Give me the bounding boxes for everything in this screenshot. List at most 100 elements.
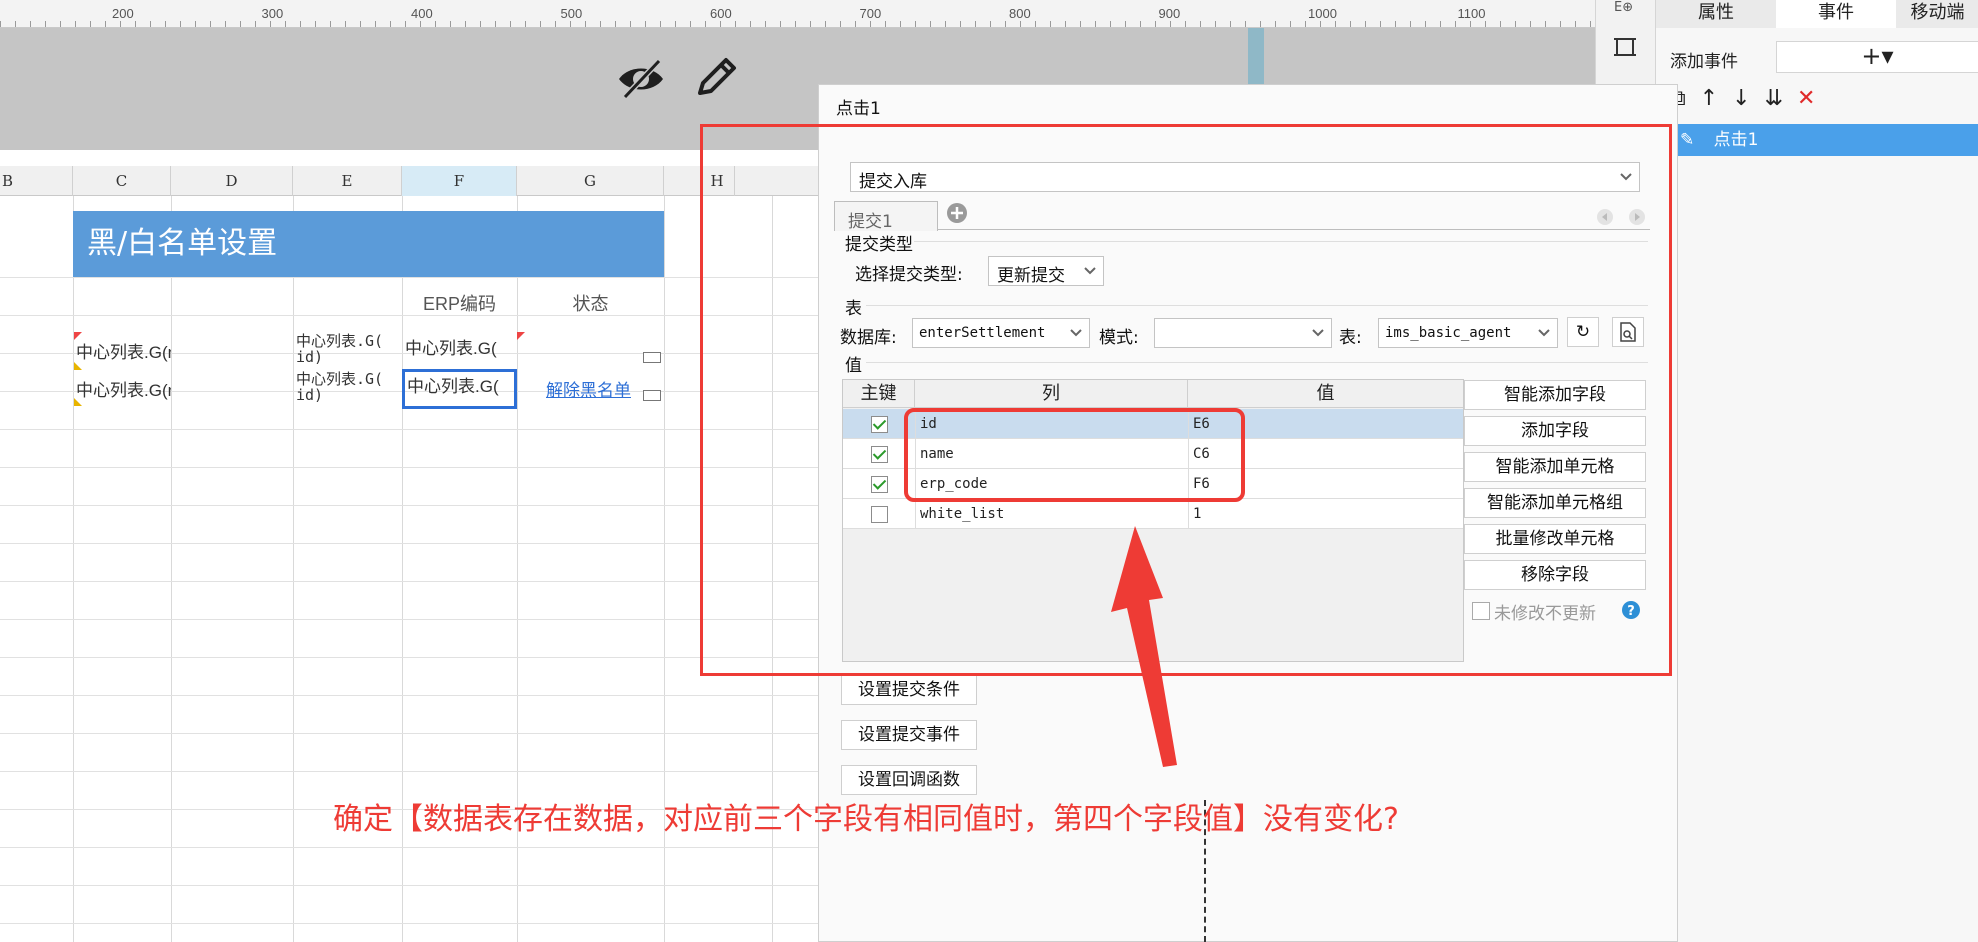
tab-properties[interactable]: 属性 bbox=[1656, 0, 1776, 28]
erp-code-header[interactable]: ERP编码 bbox=[402, 290, 517, 316]
ruler-tick bbox=[1365, 21, 1366, 27]
column-header-e[interactable]: E bbox=[293, 166, 402, 196]
plus-icon: +▾ bbox=[1861, 42, 1894, 70]
ruler-tick bbox=[1050, 21, 1051, 27]
ruler-tick bbox=[1560, 21, 1561, 27]
ruler-tick bbox=[1455, 21, 1456, 27]
ruler-tick bbox=[270, 21, 271, 27]
ruler-label: 800 bbox=[1009, 6, 1031, 21]
ruler-tick bbox=[195, 21, 196, 27]
ruler-tick bbox=[465, 21, 466, 27]
ruler-tick bbox=[180, 21, 181, 27]
ruler-tick bbox=[360, 21, 361, 27]
ruler-tick bbox=[870, 21, 871, 27]
edit-pencil-icon[interactable] bbox=[690, 51, 742, 103]
ruler-tick bbox=[1185, 21, 1186, 27]
ruler-tick bbox=[510, 21, 511, 27]
sheet-title-cell[interactable]: 黑/白名单设置 bbox=[73, 211, 664, 277]
event-item[interactable]: ✎ 点击1 bbox=[1672, 124, 1978, 156]
ruler-tick bbox=[675, 21, 676, 27]
ruler-tick bbox=[1590, 21, 1591, 27]
ruler-label: 400 bbox=[411, 6, 433, 21]
ruler-tick bbox=[780, 21, 781, 27]
annotation-arrow-icon bbox=[1111, 526, 1177, 767]
ruler-tick bbox=[1305, 21, 1306, 27]
ruler-label: 900 bbox=[1158, 6, 1181, 21]
erp-cell[interactable]: 中心列表.G( bbox=[405, 334, 513, 359]
set-callback-button[interactable]: 设置回调函数 bbox=[841, 765, 977, 795]
grid-line bbox=[73, 196, 74, 942]
toolbar-icon[interactable]: E⊕ bbox=[1614, 0, 1633, 15]
delete-icon[interactable]: ✕ bbox=[1797, 86, 1829, 111]
widget-handle-icon[interactable] bbox=[643, 390, 661, 401]
name-cell[interactable]: 中心列表.G(name) bbox=[76, 376, 171, 401]
ruler-tick bbox=[765, 21, 766, 27]
column-header-f[interactable]: F bbox=[402, 166, 517, 196]
ruler-tick bbox=[15, 21, 16, 27]
id-cell-line2: id) bbox=[296, 386, 324, 404]
ruler-tick bbox=[1380, 21, 1381, 27]
ruler-tick bbox=[1155, 21, 1156, 27]
hidden-eye-icon[interactable] bbox=[615, 53, 667, 105]
ruler-tick bbox=[300, 21, 301, 27]
ruler-tick bbox=[345, 21, 346, 27]
ruler-tick bbox=[900, 21, 901, 27]
ruler-tick bbox=[1020, 21, 1021, 27]
ruler-tick bbox=[1005, 21, 1006, 27]
ruler-tick bbox=[480, 21, 481, 27]
ruler-label: 1100 bbox=[1457, 6, 1486, 21]
ruler-tick bbox=[1245, 21, 1246, 27]
tab-mobile[interactable]: 移动端 bbox=[1896, 0, 1978, 28]
frame-icon[interactable] bbox=[1612, 34, 1638, 60]
ruler-tick bbox=[705, 21, 706, 27]
move-bottom-icon[interactable]: ⇊ bbox=[1765, 86, 1797, 111]
ruler-tick bbox=[810, 21, 811, 27]
ruler-tick bbox=[285, 21, 286, 27]
id-cell[interactable]: 中心列表.G(id) bbox=[296, 333, 402, 369]
ruler-tick bbox=[1260, 21, 1261, 27]
id-cell[interactable]: 中心列表.G(id) bbox=[296, 371, 402, 407]
column-header-b[interactable]: B bbox=[0, 166, 73, 196]
ruler-tick bbox=[1425, 21, 1426, 27]
ruler-tick bbox=[645, 21, 646, 27]
set-submit-condition-button[interactable]: 设置提交条件 bbox=[841, 675, 977, 705]
ruler-tick bbox=[990, 21, 991, 27]
ruler-tick bbox=[975, 21, 976, 27]
ruler-tick bbox=[225, 21, 226, 27]
erp-cell[interactable]: 中心列表.G( bbox=[407, 372, 513, 397]
name-cell[interactable]: 中心列表.G(name) bbox=[76, 338, 171, 363]
ruler-tick bbox=[1035, 21, 1036, 27]
add-event-button[interactable]: +▾ bbox=[1776, 41, 1978, 73]
cell-marker bbox=[74, 332, 82, 340]
ruler-tick bbox=[495, 21, 496, 27]
ruler-tick bbox=[825, 21, 826, 27]
move-down-icon[interactable]: ↓ bbox=[1732, 86, 1764, 111]
ruler-tick bbox=[570, 21, 571, 27]
ruler-tick bbox=[1500, 21, 1501, 27]
ruler-tick bbox=[1515, 21, 1516, 27]
column-header-c[interactable]: C bbox=[73, 166, 171, 196]
status-header[interactable]: 状态 bbox=[517, 290, 664, 316]
horizontal-ruler: 200 300 400 500 600 700 800 900 1000 1100 bbox=[0, 0, 1595, 28]
column-header-d[interactable]: D bbox=[171, 166, 293, 196]
ruler-tick bbox=[1215, 21, 1216, 27]
move-up-icon[interactable]: ↑ bbox=[1700, 86, 1732, 111]
ruler-label: 200 bbox=[112, 6, 134, 21]
cell-marker bbox=[74, 398, 82, 406]
ruler-tick bbox=[255, 21, 256, 27]
widget-handle-icon[interactable] bbox=[643, 352, 661, 363]
ruler-tick bbox=[930, 21, 931, 27]
tab-events[interactable]: 事件 bbox=[1776, 0, 1896, 28]
column-header-g[interactable]: G bbox=[517, 166, 664, 196]
ruler-tick bbox=[1470, 21, 1471, 27]
annotation-text: 确定【数据表存在数据，对应前三个字段有相同值时，第四个字段值】没有变化? bbox=[333, 802, 1399, 837]
ruler-tick bbox=[105, 21, 106, 27]
ruler-marker bbox=[1248, 28, 1264, 84]
ruler-tick bbox=[1140, 21, 1141, 27]
ruler-tick bbox=[600, 21, 601, 27]
unblock-blacklist-link[interactable]: 解除黑名单 bbox=[546, 376, 631, 401]
ruler-tick bbox=[60, 21, 61, 27]
ruler-tick bbox=[945, 21, 946, 27]
set-submit-event-button[interactable]: 设置提交事件 bbox=[841, 720, 977, 750]
ruler-tick bbox=[1335, 21, 1336, 27]
